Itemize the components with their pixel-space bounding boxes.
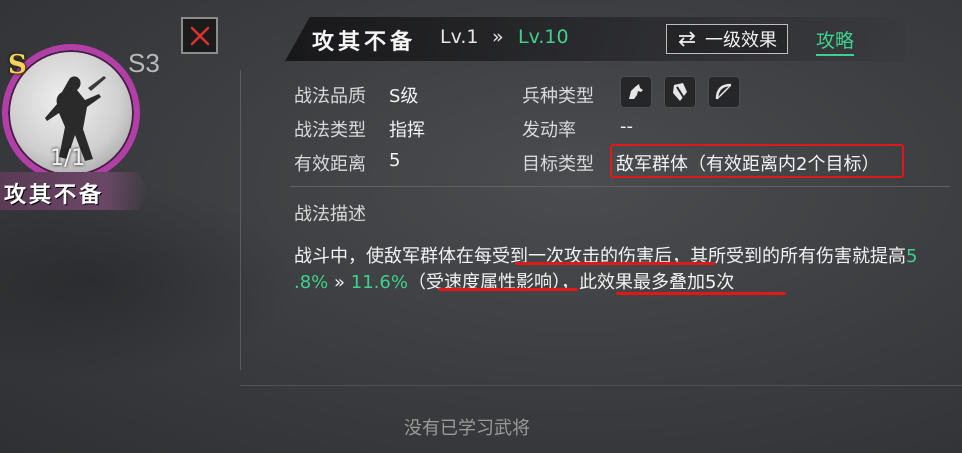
range-value: 5	[389, 150, 401, 171]
level-max: Lv.10	[518, 26, 569, 48]
effect-level-label: 一级效果	[705, 30, 777, 51]
owned-count: 1/1	[50, 146, 86, 171]
skill-card[interactable]: S S3 1/1 攻其不备	[0, 40, 160, 220]
quality-label: 战法品质	[294, 86, 366, 107]
close-button[interactable]	[181, 17, 218, 54]
effect-level-button[interactable]: 一级效果	[666, 24, 788, 54]
damage-value-start: .8%	[294, 272, 329, 293]
shield-icon[interactable]	[664, 76, 696, 108]
quality-value: S级	[389, 86, 419, 107]
trigger-rate-label: 发动率	[522, 120, 576, 141]
target-type-value: 敌军群体（有效距离内2个目标）	[616, 154, 880, 175]
description-title: 战法描述	[294, 204, 366, 225]
type-label: 战法类型	[294, 120, 366, 141]
highlight-underline-1	[515, 262, 715, 265]
grade-level: S3	[128, 48, 160, 78]
range-label: 有效距离	[294, 154, 366, 175]
empty-generals-note: 没有已学习武将	[404, 418, 530, 439]
vertical-divider	[240, 70, 241, 370]
grade-badge: S	[8, 50, 27, 80]
damage-increase-start: 5	[906, 246, 918, 267]
card-skill-name: 攻其不备	[4, 182, 105, 208]
section-divider	[290, 186, 950, 187]
close-icon	[190, 26, 209, 45]
damage-value-end: 11.6%	[350, 272, 408, 293]
level-arrow: »	[492, 26, 504, 48]
highlight-underline-3	[616, 292, 786, 295]
bottom-divider	[240, 385, 962, 386]
page-title: 攻其不备	[312, 29, 417, 55]
cavalry-icon[interactable]	[620, 76, 652, 108]
level-current: Lv.1	[440, 26, 479, 48]
unit-type-label: 兵种类型	[522, 86, 594, 107]
strategy-link[interactable]: 攻略	[816, 26, 855, 56]
value-arrow: »	[334, 272, 346, 293]
type-value: 指挥	[389, 120, 425, 141]
swap-arrows-icon	[678, 31, 696, 47]
bow-icon[interactable]	[708, 76, 740, 108]
target-type-label: 目标类型	[522, 154, 594, 175]
highlight-underline-2	[438, 288, 578, 291]
trigger-rate-value: --	[620, 116, 633, 137]
